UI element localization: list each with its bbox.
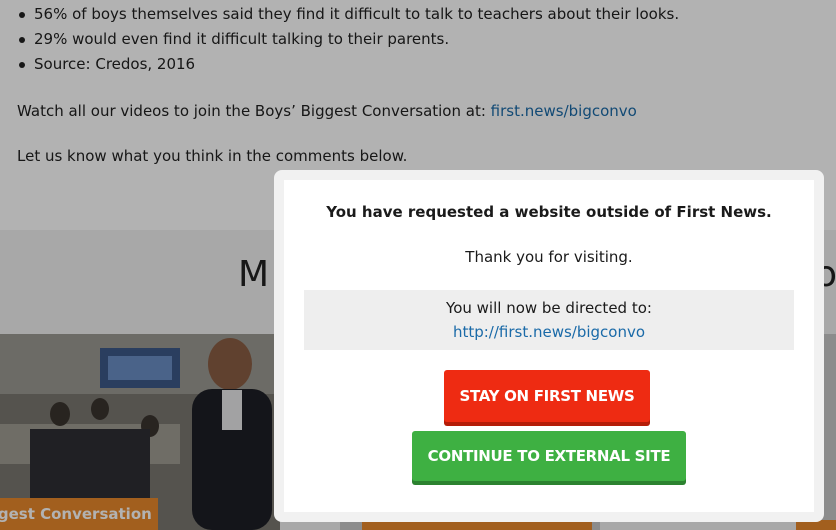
external-link-dialog: You have requested a website outside of …	[284, 180, 814, 512]
stay-on-first-news-button[interactable]: STAY ON FIRST NEWS	[444, 370, 650, 422]
continue-to-external-site-button[interactable]: CONTINUE TO EXTERNAL SITE	[412, 431, 686, 481]
redirect-url-link[interactable]: http://first.news/bigconvo	[304, 322, 794, 342]
redirect-info-box: You will now be directed to: http://firs…	[304, 290, 794, 350]
dialog-heading: You have requested a website outside of …	[326, 203, 772, 221]
redirect-label: You will now be directed to:	[446, 299, 652, 317]
dialog-thanks-text: Thank you for visiting.	[465, 248, 633, 266]
